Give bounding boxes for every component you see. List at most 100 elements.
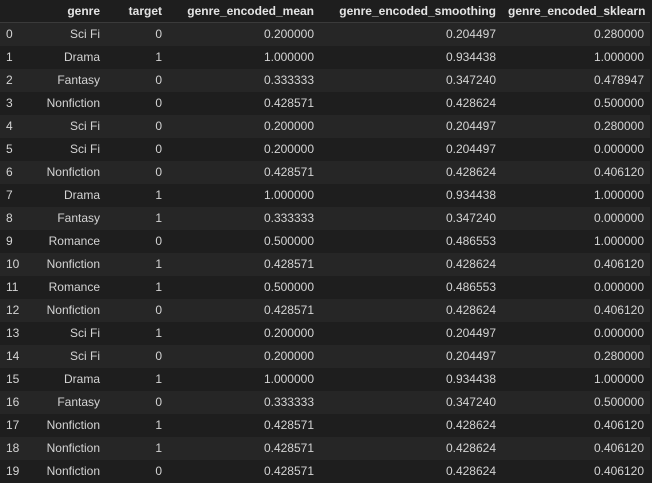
genre-encoded-smoothing-cell: 0.934438 xyxy=(445,188,496,202)
target-cell: 1 xyxy=(155,188,162,202)
row-index: 7 xyxy=(6,188,13,202)
genre-encoded-sklearn-cell: 1.000000 xyxy=(593,50,644,64)
target-cell: 0 xyxy=(155,165,162,179)
target-cell: 1 xyxy=(155,441,162,455)
table-row: 17 Nonfiction 1 0.428571 0.428624 0.406120 xyxy=(0,414,650,437)
genre-encoded-mean-cell: 0.428571 xyxy=(263,303,314,317)
genre-encoded-sklearn-cell: 0.406120 xyxy=(593,418,644,432)
genre-encoded-mean-cell: 0.428571 xyxy=(263,96,314,110)
genre-encoded-mean-cell: 0.200000 xyxy=(263,326,314,340)
genre-encoded-sklearn-cell: 0.406120 xyxy=(593,441,644,455)
genre-encoded-smoothing-cell: 0.428624 xyxy=(445,418,496,432)
genre-cell: Nonfiction xyxy=(46,303,100,317)
table-row: 1 Drama 1 1.000000 0.934438 1.000000 xyxy=(0,46,650,69)
table-row: 0 Sci Fi 0 0.200000 0.204497 0.280000 xyxy=(0,22,650,46)
table-row: 10 Nonfiction 1 0.428571 0.428624 0.406120 xyxy=(0,253,650,276)
genre-encoded-mean-cell: 0.428571 xyxy=(263,418,314,432)
genre-encoded-mean-cell: 0.500000 xyxy=(263,280,314,294)
genre-encoded-smoothing-cell: 0.486553 xyxy=(445,280,496,294)
genre-cell: Drama xyxy=(63,50,100,64)
genre-encoded-mean-cell: 0.428571 xyxy=(263,257,314,271)
target-cell: 1 xyxy=(155,326,162,340)
genre-encoded-smoothing-cell: 0.428624 xyxy=(445,464,496,478)
genre-cell: Nonfiction xyxy=(46,165,100,179)
genre-encoded-smoothing-cell: 0.204497 xyxy=(445,349,496,363)
row-index: 13 xyxy=(6,326,20,340)
genre-encoded-sklearn-cell: 0.000000 xyxy=(593,326,644,340)
genre-encoded-sklearn-cell: 0.500000 xyxy=(593,395,644,409)
target-cell: 0 xyxy=(155,96,162,110)
row-index: 9 xyxy=(6,234,13,248)
genre-cell: Fantasy xyxy=(57,73,100,87)
row-index: 3 xyxy=(6,96,13,110)
row-index: 18 xyxy=(6,441,20,455)
table-row: 9 Romance 0 0.500000 0.486553 1.000000 xyxy=(0,230,650,253)
row-index: 16 xyxy=(6,395,20,409)
genre-encoded-smoothing-cell: 0.347240 xyxy=(445,73,496,87)
genre-cell: Sci Fi xyxy=(70,27,100,41)
row-index: 15 xyxy=(6,372,20,386)
genre-cell: Nonfiction xyxy=(46,441,100,455)
genre-encoded-sklearn-cell: 0.406120 xyxy=(593,303,644,317)
row-index: 11 xyxy=(6,280,19,294)
genre-cell: Sci Fi xyxy=(70,326,100,340)
genre-encoded-mean-cell: 0.428571 xyxy=(263,441,314,455)
genre-encoded-sklearn-cell: 0.406120 xyxy=(593,257,644,271)
genre-encoded-sklearn-cell: 0.000000 xyxy=(593,211,644,225)
table-row: 16 Fantasy 0 0.333333 0.347240 0.500000 xyxy=(0,391,650,414)
target-cell: 1 xyxy=(155,280,162,294)
genre-encoded-mean-cell: 0.200000 xyxy=(263,349,314,363)
table-row: 4 Sci Fi 0 0.200000 0.204497 0.280000 xyxy=(0,115,650,138)
index-header xyxy=(0,0,26,23)
genre-encoded-smoothing-cell: 0.428624 xyxy=(445,441,496,455)
genre-cell: Sci Fi xyxy=(70,142,100,156)
genre-encoded-mean-cell: 0.428571 xyxy=(263,464,314,478)
genre-encoded-sklearn-cell: 0.000000 xyxy=(593,280,644,294)
target-header: target xyxy=(106,0,168,23)
genre-encoded-mean-cell: 0.333333 xyxy=(263,73,314,87)
dataframe-table: genre target genre_encoded_mean genre_en… xyxy=(0,0,650,483)
genre-encoded-sklearn-cell: 0.478947 xyxy=(593,73,644,87)
genre-encoded-sklearn-cell: 0.406120 xyxy=(593,464,644,478)
genre-encoded-smoothing-cell: 0.934438 xyxy=(445,372,496,386)
genre-encoded-smoothing-cell: 0.486553 xyxy=(445,234,496,248)
genre-cell: Nonfiction xyxy=(46,257,100,271)
target-cell: 0 xyxy=(155,142,162,156)
table-row: 15 Drama 1 1.000000 0.934438 1.000000 xyxy=(0,368,650,391)
target-cell: 1 xyxy=(155,418,162,432)
table-row: 18 Nonfiction 1 0.428571 0.428624 0.406120 xyxy=(0,437,650,460)
row-index: 12 xyxy=(6,303,20,317)
row-index: 0 xyxy=(6,27,13,41)
table-row: 5 Sci Fi 0 0.200000 0.204497 0.000000 xyxy=(0,138,650,161)
target-cell: 0 xyxy=(155,234,162,248)
genre-encoded-sklearn-cell: 1.000000 xyxy=(593,372,644,386)
table-row: 19 Nonfiction 0 0.428571 0.428624 0.406120 xyxy=(0,460,650,483)
target-cell: 1 xyxy=(155,50,162,64)
table-row: 7 Drama 1 1.000000 0.934438 1.000000 xyxy=(0,184,650,207)
genre-encoded-smoothing-cell: 0.428624 xyxy=(445,165,496,179)
genre-cell: Fantasy xyxy=(57,395,100,409)
genre-cell: Romance xyxy=(48,280,100,294)
genre-encoded-mean-header: genre_encoded_mean xyxy=(168,0,320,23)
genre-cell: Nonfiction xyxy=(46,464,100,478)
table-body: 0 Sci Fi 0 0.200000 0.204497 0.280000 1 Drama 1 1… xyxy=(0,22,650,483)
genre-cell: Sci Fi xyxy=(70,349,100,363)
genre-encoded-smoothing-cell: 0.428624 xyxy=(445,257,496,271)
genre-encoded-smoothing-cell: 0.428624 xyxy=(445,96,496,110)
row-index: 17 xyxy=(6,418,20,432)
genre-encoded-sklearn-cell: 1.000000 xyxy=(593,188,644,202)
genre-encoded-smoothing-cell: 0.204497 xyxy=(445,326,496,340)
genre-encoded-smoothing-cell: 0.204497 xyxy=(445,119,496,133)
genre-cell: Sci Fi xyxy=(70,119,100,133)
table-row: 13 Sci Fi 1 0.200000 0.204497 0.000000 xyxy=(0,322,650,345)
genre-cell: Drama xyxy=(63,372,100,386)
genre-encoded-sklearn-header: genre_encoded_sklearn xyxy=(502,0,650,23)
genre-encoded-mean-cell: 0.500000 xyxy=(263,234,314,248)
target-cell: 1 xyxy=(155,211,162,225)
genre-encoded-mean-cell: 0.200000 xyxy=(263,27,314,41)
genre-encoded-mean-cell: 0.200000 xyxy=(263,119,314,133)
target-cell: 0 xyxy=(155,395,162,409)
genre-encoded-mean-cell: 1.000000 xyxy=(263,372,314,386)
row-index: 19 xyxy=(6,464,20,478)
genre-header: genre xyxy=(26,0,106,23)
